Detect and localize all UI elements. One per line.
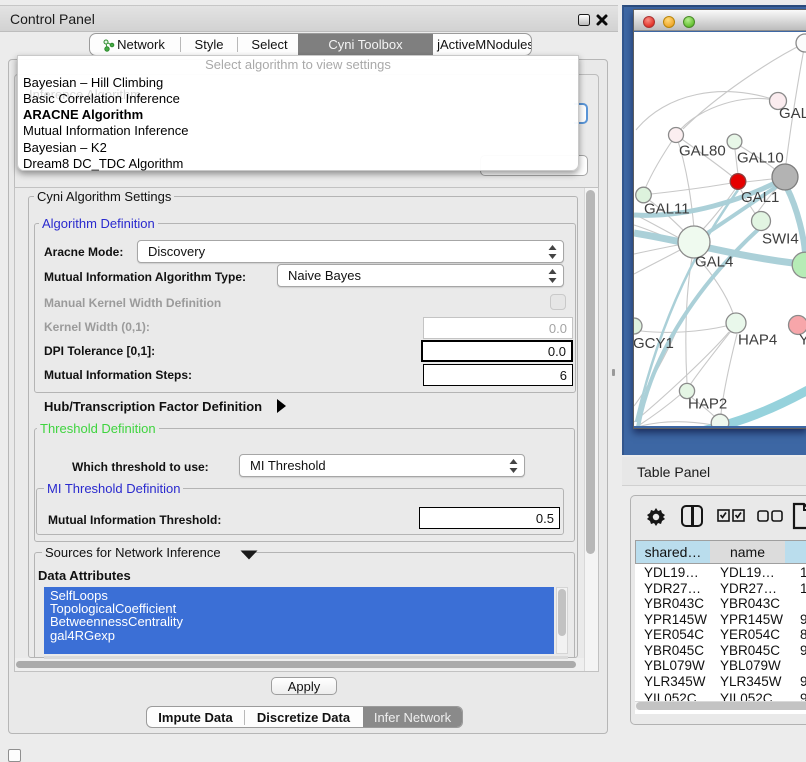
svg-text:GAL80: GAL80 [679,143,726,160]
svg-text:GAL1: GAL1 [741,189,779,206]
svg-text:HAP4: HAP4 [738,332,777,349]
svg-text:HAP2: HAP2 [688,396,727,413]
svg-text:GCY1: GCY1 [634,335,674,352]
svg-text:GAL10: GAL10 [737,150,784,167]
svg-text:GAL4: GAL4 [695,254,733,271]
svg-text:SWI4: SWI4 [762,231,799,248]
svg-text:GAL11: GAL11 [644,201,690,218]
svg-text:YJ: YJ [799,332,806,349]
svg-text:GAL7: GAL7 [779,105,806,122]
